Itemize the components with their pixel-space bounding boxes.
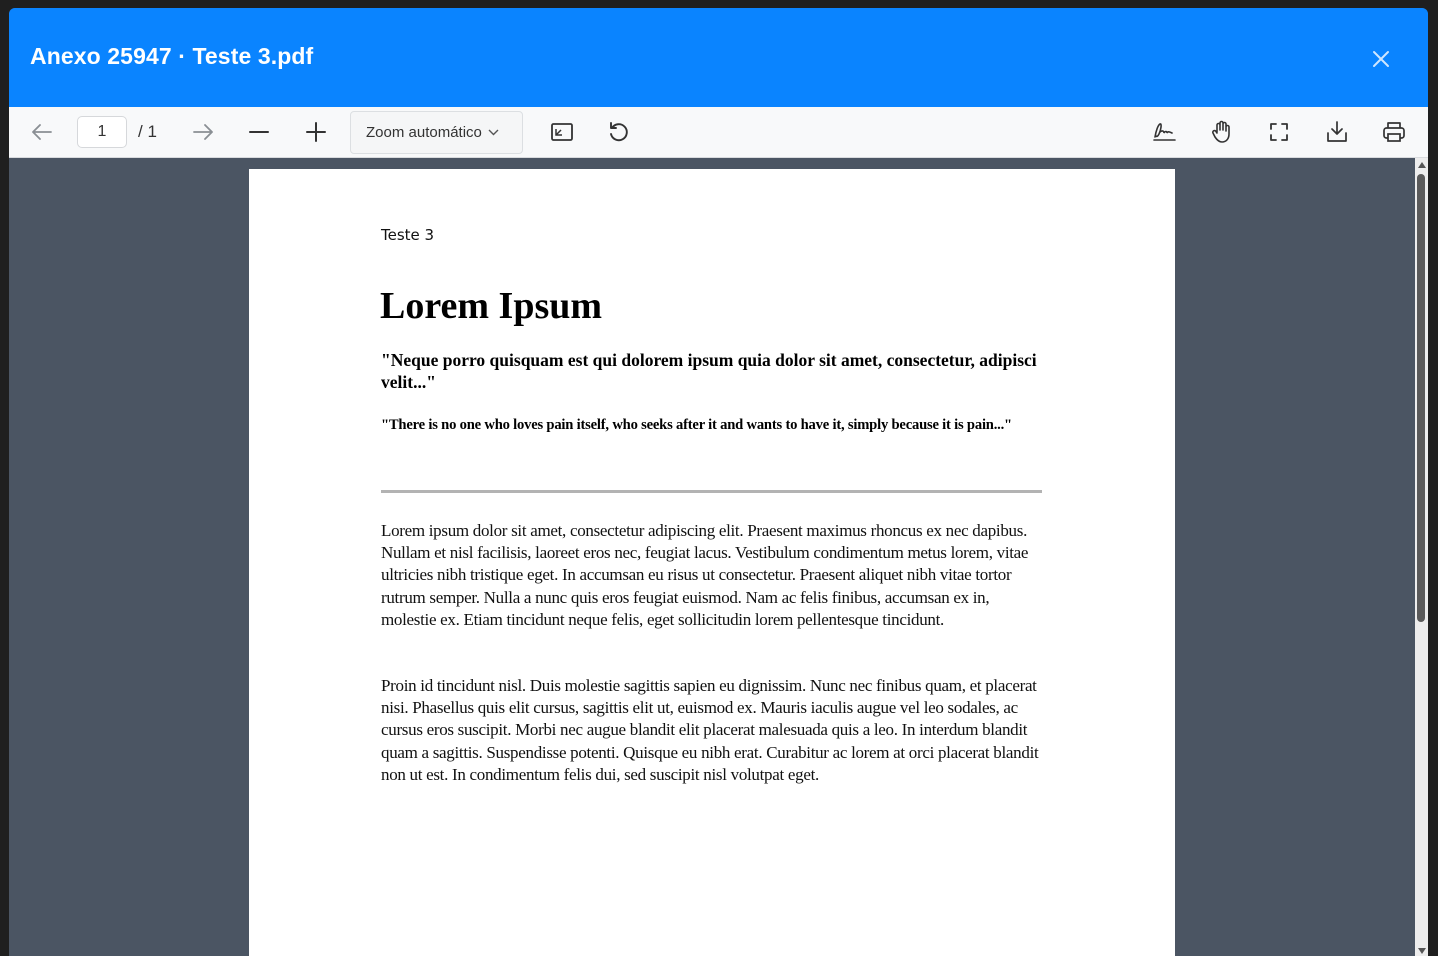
document-quote-latin: "Neque porro quisquam est qui dolorem ip… xyxy=(381,350,1037,392)
next-page-button[interactable] xyxy=(185,114,221,150)
page-number-input[interactable] xyxy=(77,116,127,148)
fit-page-button[interactable] xyxy=(544,114,580,150)
rotate-button[interactable] xyxy=(601,114,637,150)
previous-page-button[interactable] xyxy=(24,114,60,150)
modal-title: Anexo 25947 · Teste 3.pdf xyxy=(30,43,314,69)
arrow-left-icon xyxy=(32,124,52,140)
close-icon xyxy=(1373,51,1389,67)
download-icon xyxy=(1327,121,1347,142)
document-header: Teste 3 xyxy=(381,226,435,244)
minus-icon xyxy=(249,131,269,133)
print-icon xyxy=(1383,122,1405,142)
close-button[interactable] xyxy=(1366,44,1396,74)
document-paragraph: Proin id tincidunt nisl. Duis molestie s… xyxy=(381,676,1039,784)
rotate-icon xyxy=(610,122,628,142)
document-title: Lorem Ipsum xyxy=(380,285,603,327)
signature-icon xyxy=(1153,123,1176,141)
vertical-scrollbar[interactable] xyxy=(1415,158,1428,956)
zoom-in-button[interactable] xyxy=(298,114,334,150)
horizontal-divider xyxy=(381,490,1042,493)
fullscreen-button[interactable] xyxy=(1261,114,1297,150)
modal-header: Anexo 25947 · Teste 3.pdf xyxy=(9,8,1428,107)
document-paragraph: Lorem ipsum dolor sit amet, consectetur … xyxy=(381,521,1029,629)
pdf-page: Teste 3 Lorem Ipsum "Neque porro quisqua… xyxy=(249,169,1175,956)
zoom-select[interactable]: Zoom automático xyxy=(350,111,523,154)
pdf-viewer-modal: Anexo 25947 · Teste 3.pdf / 1 xyxy=(9,8,1428,956)
fullscreen-icon xyxy=(1270,123,1288,141)
scroll-up-arrow[interactable] xyxy=(1418,162,1426,168)
pdf-viewer-area[interactable]: Teste 3 Lorem Ipsum "Neque porro quisqua… xyxy=(9,158,1428,956)
hand-tool-button[interactable] xyxy=(1204,114,1240,150)
arrow-right-icon xyxy=(193,124,213,140)
document-quote-english: "There is no one who loves pain itself, … xyxy=(381,417,1012,433)
hand-tool-icon xyxy=(1212,120,1230,143)
plus-icon xyxy=(306,122,326,142)
scroll-down-arrow[interactable] xyxy=(1418,948,1426,954)
zoom-out-button[interactable] xyxy=(241,114,277,150)
chevron-down-icon xyxy=(488,129,499,136)
scrollbar-thumb[interactable] xyxy=(1417,174,1425,622)
page-total-label: / 1 xyxy=(138,122,157,141)
fit-page-icon xyxy=(551,123,573,141)
pdf-toolbar: / 1 Zoom automático xyxy=(9,107,1428,158)
print-button[interactable] xyxy=(1376,114,1412,150)
download-button[interactable] xyxy=(1319,114,1355,150)
zoom-select-label: Zoom automático xyxy=(366,124,482,141)
signature-button[interactable] xyxy=(1147,114,1183,150)
